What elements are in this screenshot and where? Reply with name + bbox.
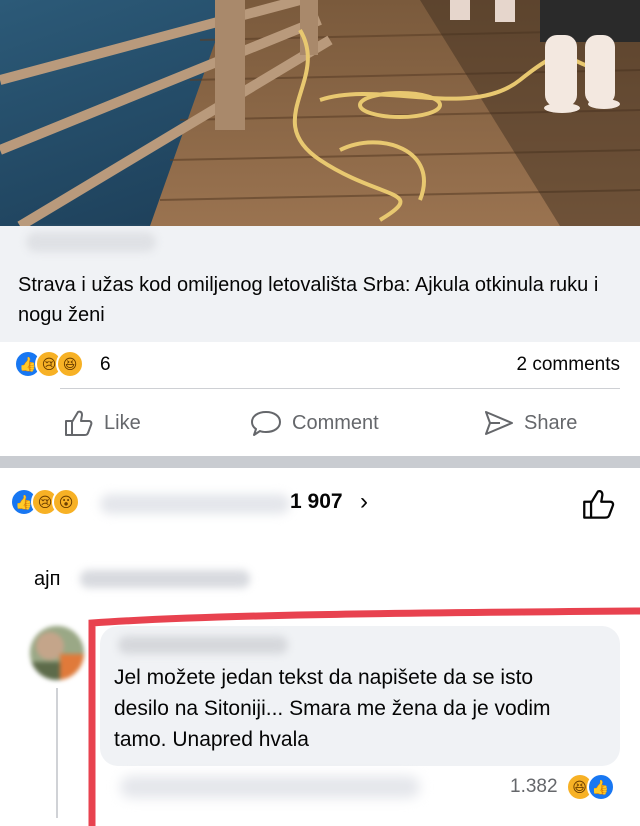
post-headline[interactable]: Strava i užas kod omiljenog letovališta … bbox=[18, 270, 618, 330]
comment-thread-line bbox=[56, 688, 58, 818]
share-arrow-icon bbox=[485, 411, 513, 435]
chevron-right-icon[interactable]: › bbox=[360, 488, 368, 516]
thumbs-up-icon bbox=[65, 410, 93, 436]
like-reaction-icon: 👍 bbox=[586, 773, 615, 801]
post-reactions-summary[interactable]: 👍 😢 😆 6 2 comments bbox=[0, 342, 640, 388]
avatar-photo-icon bbox=[30, 626, 84, 680]
wow-reaction-icon: 😮 bbox=[52, 488, 80, 516]
reactors-summary[interactable]: 👍 😢 😮 1 907 › bbox=[0, 480, 640, 526]
like-label: Like bbox=[104, 411, 141, 434]
comment-bubble-icon bbox=[251, 411, 281, 436]
like-post-button[interactable] bbox=[582, 488, 616, 525]
comments-count-link[interactable]: 2 comments bbox=[517, 354, 620, 376]
share-label: Share bbox=[524, 411, 578, 434]
redacted-comment-meta bbox=[120, 776, 420, 798]
previous-comment-text: ајп bbox=[34, 568, 61, 590]
reactors-count[interactable]: 1 907 bbox=[290, 490, 343, 514]
comment-button[interactable]: Comment bbox=[250, 408, 379, 438]
comment-reactions[interactable]: 1.382 😆 👍 bbox=[510, 772, 615, 802]
comment-text: Jel možete jedan tekst da napišete da se… bbox=[114, 666, 551, 751]
commenter-avatar[interactable] bbox=[30, 626, 84, 680]
redacted-previous-comment bbox=[80, 570, 250, 588]
redacted-reactor-names bbox=[100, 494, 290, 514]
redacted-commenter-name bbox=[118, 636, 288, 654]
post-image[interactable] bbox=[0, 0, 640, 226]
reactors-icons: 👍 😢 😮 bbox=[10, 488, 80, 518]
post-actions: Like Comment Share bbox=[0, 392, 640, 454]
reaction-icons: 👍 😢 😆 bbox=[14, 350, 84, 380]
divider bbox=[60, 388, 620, 389]
haha-reaction-icon: 😆 bbox=[56, 350, 84, 378]
like-button[interactable]: Like bbox=[64, 408, 141, 438]
comment-bubble[interactable]: Jel možete jedan tekst da napišete da se… bbox=[100, 626, 620, 766]
comment-label: Comment bbox=[292, 411, 379, 434]
share-button[interactable]: Share bbox=[484, 408, 577, 438]
thumbs-up-icon bbox=[583, 489, 615, 519]
reaction-count[interactable]: 6 bbox=[100, 354, 111, 376]
comment-reaction-count: 1.382 bbox=[510, 776, 558, 797]
redacted-source bbox=[26, 232, 156, 252]
section-separator bbox=[0, 456, 640, 468]
pier-photo-icon bbox=[0, 0, 640, 226]
